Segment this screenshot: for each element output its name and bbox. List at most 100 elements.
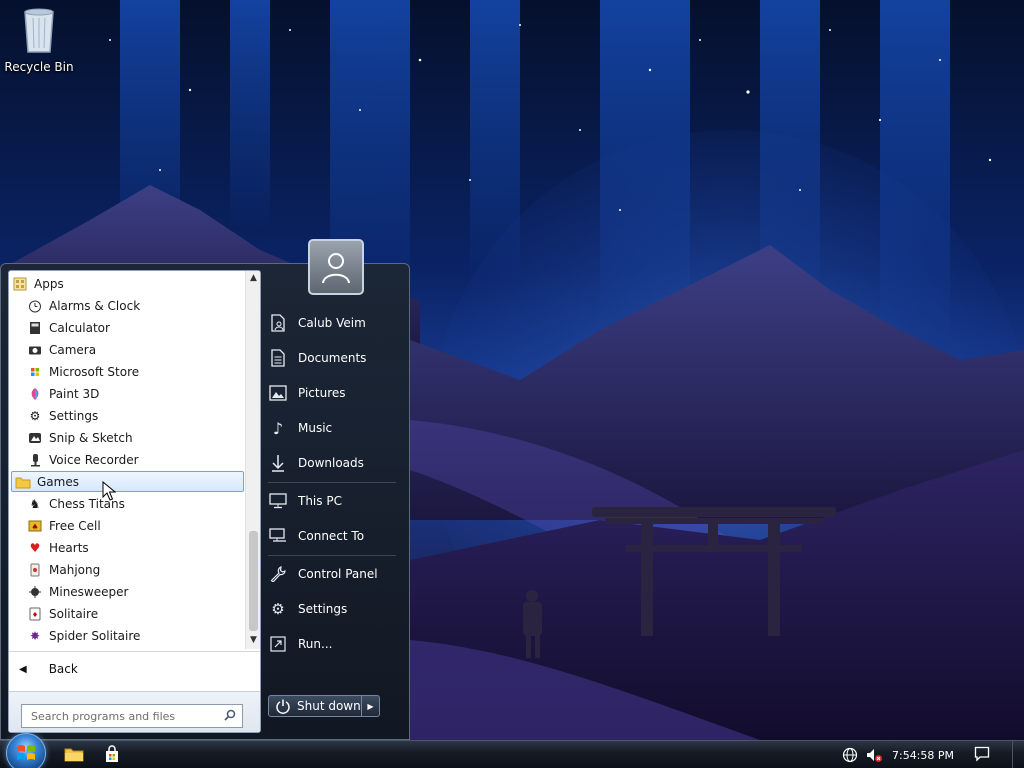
place-control-panel[interactable]: Control Panel bbox=[268, 560, 398, 588]
divider bbox=[9, 651, 260, 652]
network-globe-icon[interactable] bbox=[840, 747, 860, 763]
search-area bbox=[9, 691, 260, 732]
program-item-camera[interactable]: Camera bbox=[9, 339, 244, 360]
taskbar-file-explorer[interactable] bbox=[56, 743, 92, 767]
program-item-microsoft-store[interactable]: Microsoft Store bbox=[9, 361, 244, 382]
start-menu: Apps Alarms & Clock Calculator Camera Mi… bbox=[0, 263, 410, 740]
scroll-up-icon[interactable]: ▲ bbox=[246, 271, 260, 286]
download-arrow-icon bbox=[268, 453, 288, 473]
folder-icon bbox=[15, 474, 31, 490]
place-run[interactable]: Run... bbox=[268, 630, 398, 658]
windows-logo-icon bbox=[17, 745, 35, 760]
file-explorer-icon bbox=[64, 746, 84, 765]
taskbar-clock[interactable]: 7:54:58 PM bbox=[884, 741, 962, 768]
search-input[interactable] bbox=[31, 709, 216, 723]
place-label: Music bbox=[298, 421, 333, 435]
place-label: Connect To bbox=[298, 529, 365, 543]
program-label: Minesweeper bbox=[49, 584, 129, 599]
program-item-snip-sketch[interactable]: Snip & Sketch bbox=[9, 427, 244, 448]
program-label: Hearts bbox=[49, 540, 89, 555]
program-item-minesweeper[interactable]: Minesweeper bbox=[9, 581, 244, 602]
store-icon bbox=[27, 364, 43, 380]
program-item-free-cell[interactable]: ♠ Free Cell bbox=[9, 515, 244, 536]
program-item-alarms-clock[interactable]: Alarms & Clock bbox=[9, 295, 244, 316]
divider bbox=[268, 482, 396, 483]
show-desktop-button[interactable] bbox=[1012, 741, 1024, 768]
microphone-icon bbox=[27, 452, 43, 468]
program-item-calculator[interactable]: Calculator bbox=[9, 317, 244, 338]
program-label: Snip & Sketch bbox=[49, 430, 133, 445]
program-item-mahjong[interactable]: Mahjong bbox=[9, 559, 244, 580]
place-settings[interactable]: ⚙ Settings bbox=[268, 595, 398, 623]
program-list-scrollbar[interactable]: ▲ ▼ bbox=[245, 271, 260, 649]
apps-folder-icon bbox=[12, 276, 28, 292]
alarm-clock-icon bbox=[27, 298, 43, 314]
place-label: Run... bbox=[298, 637, 333, 651]
gear-icon: ⚙ bbox=[29, 408, 41, 423]
spider-solitaire-icon: ✸ bbox=[29, 628, 41, 643]
system-tray bbox=[840, 741, 886, 768]
notification-icon bbox=[974, 746, 990, 765]
gear-icon: ⚙ bbox=[271, 600, 285, 618]
power-icon bbox=[275, 698, 291, 714]
scrollbar-thumb[interactable] bbox=[249, 531, 258, 631]
user-avatar[interactable] bbox=[308, 239, 364, 295]
place-downloads[interactable]: Downloads bbox=[268, 449, 398, 477]
program-item-voice-recorder[interactable]: Voice Recorder bbox=[9, 449, 244, 470]
chevron-right-icon: ▶ bbox=[367, 701, 374, 711]
program-item-spider-solitaire[interactable]: ✸ Spider Solitaire bbox=[9, 625, 244, 646]
taskbar-store[interactable] bbox=[94, 743, 130, 767]
program-item-hearts[interactable]: ♥ Hearts bbox=[9, 537, 244, 558]
program-item-paint-3d[interactable]: Paint 3D bbox=[9, 383, 244, 404]
shutdown-options-button[interactable]: ▶ bbox=[362, 695, 380, 717]
place-pictures[interactable]: Pictures bbox=[268, 379, 398, 407]
program-item-games[interactable]: Games bbox=[11, 471, 244, 492]
back-button[interactable]: ◀ Back bbox=[9, 657, 260, 681]
camera-icon bbox=[27, 342, 43, 358]
place-documents[interactable]: Documents bbox=[268, 344, 398, 372]
place-label: Control Panel bbox=[298, 567, 378, 581]
connect-icon bbox=[268, 526, 288, 546]
scroll-down-icon[interactable]: ▼ bbox=[246, 633, 260, 648]
program-label: Voice Recorder bbox=[49, 452, 139, 467]
place-label: Documents bbox=[298, 351, 367, 365]
document-icon bbox=[268, 348, 288, 368]
program-label: Settings bbox=[49, 408, 99, 423]
svg-text:♦: ♦ bbox=[32, 611, 38, 619]
picture-icon bbox=[268, 383, 288, 403]
program-item-solitaire[interactable]: ♦ Solitaire bbox=[9, 603, 244, 624]
program-label: Spider Solitaire bbox=[49, 628, 141, 643]
start-button[interactable] bbox=[6, 733, 46, 768]
program-label: Free Cell bbox=[49, 518, 101, 533]
divider bbox=[268, 555, 396, 556]
program-item-chess-titans[interactable]: ♞ Chess Titans bbox=[9, 493, 244, 514]
place-user-folder[interactable]: Calub Veim bbox=[268, 309, 398, 337]
minesweeper-icon bbox=[27, 584, 43, 600]
program-label: Games bbox=[37, 474, 79, 489]
program-label: Calculator bbox=[49, 320, 110, 335]
store-bag-icon bbox=[103, 744, 121, 766]
hearts-icon: ♥ bbox=[29, 540, 41, 555]
taskbar-notifications[interactable] bbox=[968, 741, 996, 768]
program-label: Microsoft Store bbox=[49, 364, 140, 379]
monitor-icon bbox=[268, 491, 288, 511]
program-label: Alarms & Clock bbox=[49, 298, 141, 313]
place-label: Pictures bbox=[298, 386, 346, 400]
volume-muted-icon[interactable] bbox=[862, 747, 886, 763]
shutdown-button[interactable]: Shut down bbox=[268, 695, 362, 717]
mahjong-icon bbox=[27, 562, 43, 578]
place-label: This PC bbox=[298, 494, 342, 508]
search-icon[interactable] bbox=[224, 709, 236, 724]
solitaire-icon: ♦ bbox=[27, 606, 43, 622]
place-this-pc[interactable]: This PC bbox=[268, 487, 398, 515]
program-label: Camera bbox=[49, 342, 97, 357]
svg-text:♠: ♠ bbox=[31, 522, 38, 531]
desktop-icon-recycle-bin[interactable]: Recycle Bin bbox=[4, 4, 74, 74]
place-music[interactable]: ♪ Music bbox=[268, 414, 398, 442]
user-icon bbox=[322, 253, 350, 284]
freecell-icon: ♠ bbox=[27, 518, 43, 534]
place-connect-to[interactable]: Connect To bbox=[268, 522, 398, 550]
program-item-apps[interactable]: Apps bbox=[9, 273, 244, 294]
program-item-settings[interactable]: ⚙ Settings bbox=[9, 405, 244, 426]
music-note-icon: ♪ bbox=[272, 418, 284, 438]
